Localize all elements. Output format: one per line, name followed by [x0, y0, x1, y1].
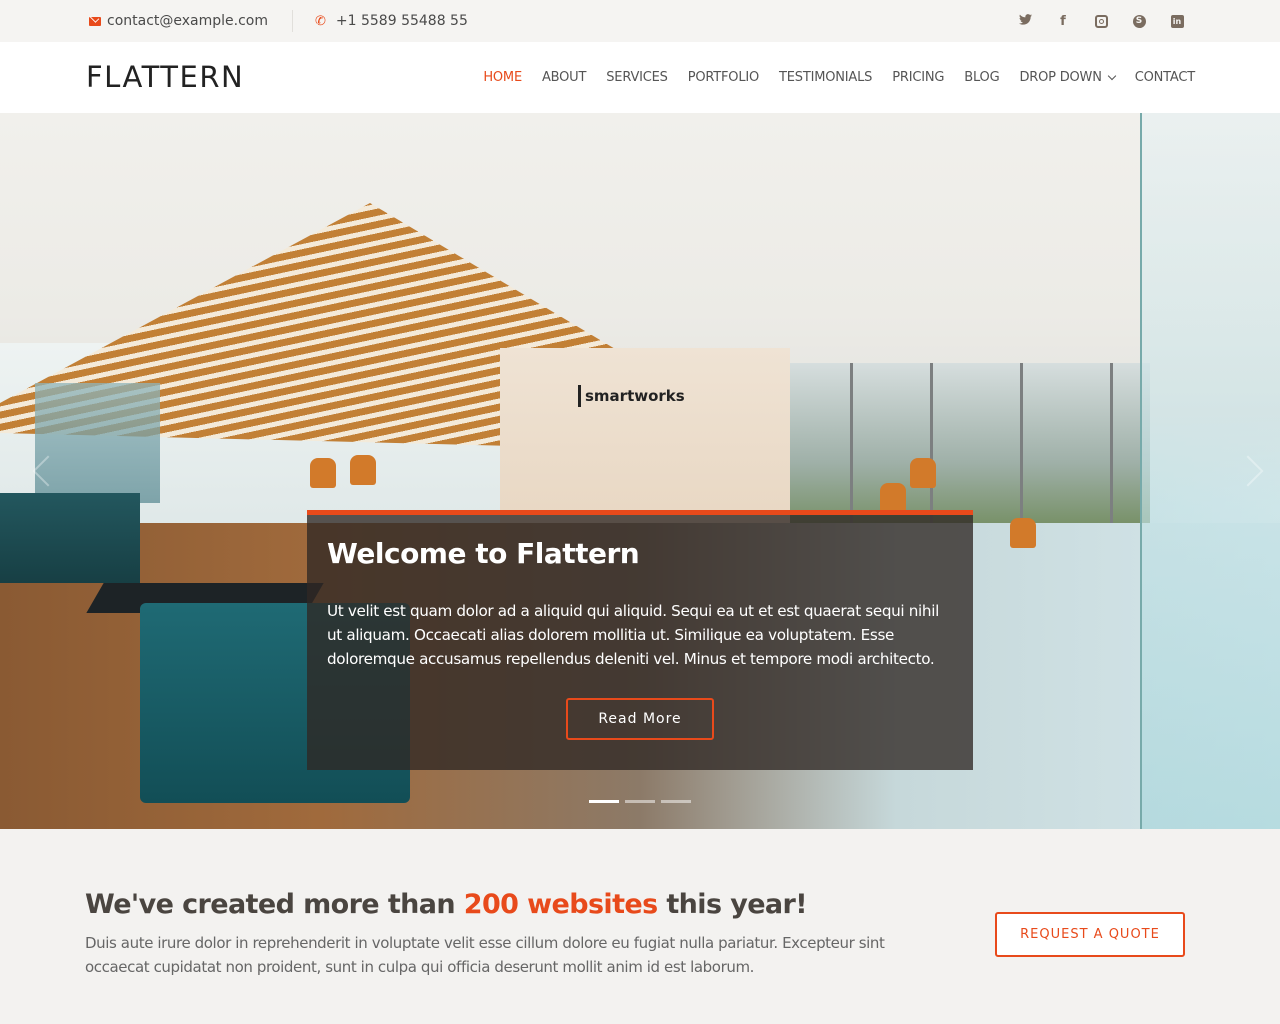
nav-pricing[interactable]: PRICING: [892, 70, 944, 85]
facebook-icon[interactable]: f: [1044, 14, 1082, 29]
hero-image-chair: [1010, 518, 1036, 548]
main-nav: HOME ABOUT SERVICES PORTFOLIO TESTIMONIA…: [463, 42, 1195, 113]
cta-title-highlight: 200 websites: [463, 889, 658, 920]
phone-item: ✆ +1 5589 55488 55: [315, 13, 468, 29]
carousel-next-button[interactable]: [1225, 448, 1264, 498]
hero-image-chair: [880, 483, 906, 513]
carousel-indicators: [589, 800, 691, 803]
read-more-button[interactable]: Read More: [566, 698, 714, 740]
twitter-icon[interactable]: [1006, 14, 1044, 28]
cta-title-part: this year!: [657, 889, 807, 920]
hero-image-chair: [310, 458, 336, 488]
nav-about[interactable]: ABOUT: [542, 70, 586, 85]
carousel-indicator[interactable]: [589, 800, 619, 803]
nav-drop-down[interactable]: DROP DOWN: [1019, 70, 1116, 85]
request-quote-button[interactable]: REQUEST A QUOTE: [995, 912, 1185, 957]
nav-blog[interactable]: BLOG: [964, 70, 999, 85]
hero-caption: Welcome to Flattern Ut velit est quam do…: [307, 510, 973, 770]
cta-section: We've created more than 200 websites thi…: [0, 829, 1280, 1024]
chevron-down-icon: [1107, 71, 1116, 80]
hero-image-sofa: [0, 493, 140, 583]
nav-testimonials[interactable]: TESTIMONIALS: [779, 70, 872, 85]
contact-info: contact@example.com ✆ +1 5589 55488 55: [89, 0, 468, 42]
nav-services[interactable]: SERVICES: [606, 70, 668, 85]
logo[interactable]: FLATTERN: [86, 42, 244, 113]
phone-icon: ✆: [315, 13, 326, 29]
hero-image-chair: [910, 458, 936, 488]
cta-title: We've created more than 200 websites thi…: [85, 889, 808, 920]
social-links: f S in: [1006, 0, 1196, 42]
instagram-icon[interactable]: [1082, 14, 1120, 28]
carousel-indicator[interactable]: [661, 800, 691, 803]
hero-image-chair: [350, 455, 376, 485]
nav-home[interactable]: HOME: [483, 70, 522, 85]
nav-contact[interactable]: CONTACT: [1135, 70, 1195, 85]
envelope-icon: [89, 16, 101, 26]
hero-image-sign: smartworks: [578, 385, 685, 407]
cta-title-part: We've created more than: [85, 889, 464, 920]
hero-carousel: smartworks Welcome to Flattern Ut velit …: [0, 113, 1280, 829]
skype-icon[interactable]: S: [1120, 14, 1158, 28]
divider: [292, 10, 293, 32]
phone-number: +1 5589 55488 55: [335, 13, 468, 29]
top-bar: contact@example.com ✆ +1 5589 55488 55 f…: [0, 0, 1280, 42]
carousel-prev-button[interactable]: [25, 448, 64, 498]
nav-drop-down-label: DROP DOWN: [1019, 70, 1102, 85]
nav-portfolio[interactable]: PORTFOLIO: [688, 70, 760, 85]
email-item[interactable]: contact@example.com: [89, 13, 268, 29]
cta-text: Duis aute irure dolor in reprehenderit i…: [85, 934, 885, 976]
carousel-indicator[interactable]: [625, 800, 655, 803]
hero-title: Welcome to Flattern: [327, 537, 640, 570]
hero-text: Ut velit est quam dolor ad a aliquid qui…: [327, 602, 939, 668]
site-header: FLATTERN HOME ABOUT SERVICES PORTFOLIO T…: [0, 42, 1280, 113]
email-link[interactable]: contact@example.com: [107, 13, 268, 29]
linkedin-icon[interactable]: in: [1158, 14, 1196, 28]
